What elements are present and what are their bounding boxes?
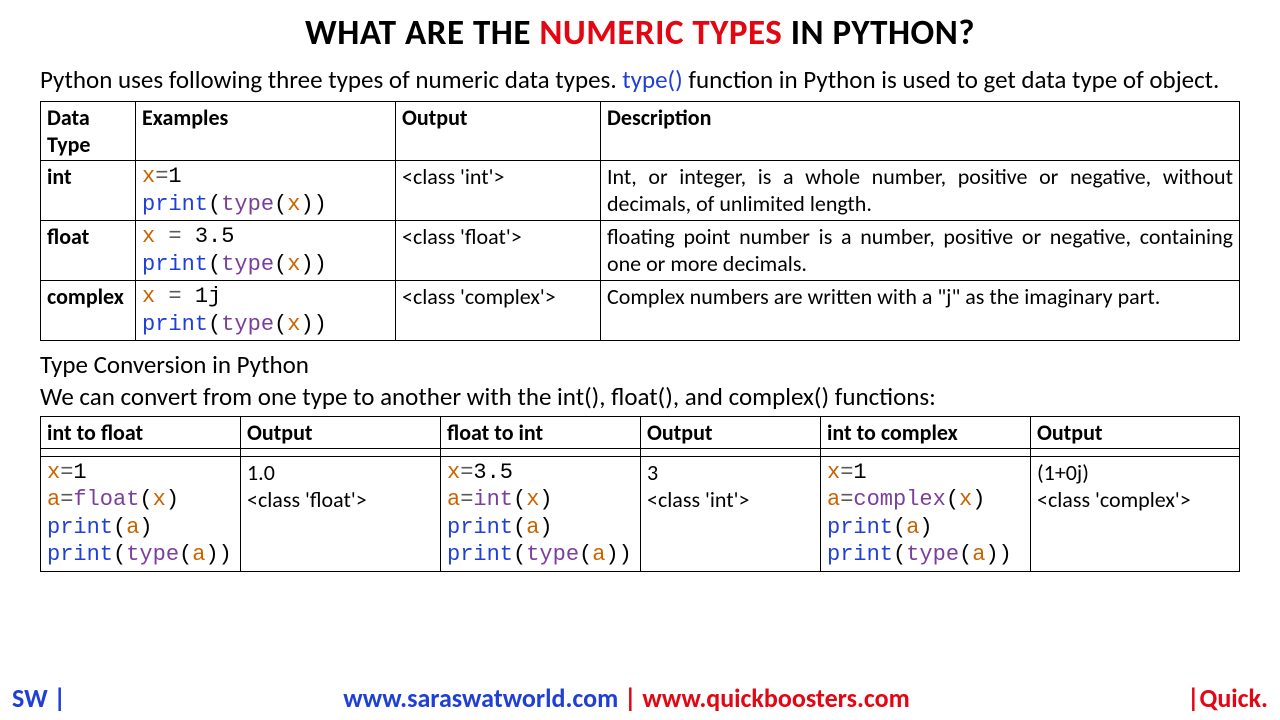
footer-url-1: www.saraswatworld.com: [343, 682, 618, 714]
cell-example: x = 3.5 print(type(x)): [136, 221, 396, 281]
th-output: Output: [641, 416, 821, 448]
type-conversion-table: int to float Output float to int Output …: [40, 416, 1240, 572]
cell-output: 3 <class 'int'>: [641, 456, 821, 571]
th-int-to-float: int to float: [41, 416, 241, 448]
type-fn-highlight: type(): [622, 64, 682, 95]
cell-output: 1.0 <class 'float'>: [241, 456, 441, 571]
th-description: Description: [601, 102, 1240, 161]
cell-code: x=3.5 a=int(x) print(a) print(type(a)): [441, 456, 641, 571]
section-text: We can convert from one type to another …: [40, 381, 1240, 412]
footer-left: SW |: [12, 682, 66, 714]
cell-type: float: [41, 221, 136, 281]
table-row: int x=1 print(type(x)) <class 'int'> Int…: [41, 161, 1240, 221]
cell-output: <class 'float'>: [396, 221, 601, 281]
footer-right: |Quick.: [1187, 682, 1268, 714]
th-float-to-int: float to int: [441, 416, 641, 448]
title-highlight: NUMERIC TYPES: [539, 12, 782, 54]
cell-description: Complex numbers are written with a "j" a…: [601, 281, 1240, 341]
section-heading: Type Conversion in Python: [40, 349, 1240, 380]
cell-output: <class 'complex'>: [396, 281, 601, 341]
cell-code: x=1 a=complex(x) print(a) print(type(a)): [821, 456, 1031, 571]
title-suffix: IN PYTHON?: [782, 12, 975, 54]
cell-description: floating point number is a number, posit…: [601, 221, 1240, 281]
footer-separator: |: [618, 682, 642, 714]
table-row: float x = 3.5 print(type(x)) <class 'flo…: [41, 221, 1240, 281]
intro-before: Python uses following three types of num…: [40, 64, 622, 95]
footer: SW | www.saraswatworld.com | www.quickbo…: [0, 682, 1280, 714]
cell-output: (1+0j) <class 'complex'>: [1031, 456, 1240, 571]
cell-description: Int, or integer, is a whole number, posi…: [601, 161, 1240, 221]
cell-type: complex: [41, 281, 136, 341]
cell-example: x = 1j print(type(x)): [136, 281, 396, 341]
numeric-types-table: Data Type Examples Output Description in…: [40, 101, 1240, 341]
th-examples: Examples: [136, 102, 396, 161]
intro-after: function in Python is used to get data t…: [683, 64, 1220, 95]
th-int-to-complex: int to complex: [821, 416, 1031, 448]
th-output: Output: [1031, 416, 1240, 448]
type-conversion-section: Type Conversion in Python We can convert…: [40, 349, 1240, 412]
cell-output: <class 'int'>: [396, 161, 601, 221]
cell-example: x=1 print(type(x)): [136, 161, 396, 221]
cell-type: int: [41, 161, 136, 221]
cell-code: x=1 a=float(x) print(a) print(type(a)): [41, 456, 241, 571]
th-data-type: Data Type: [41, 102, 136, 161]
table-row: x=1 a=float(x) print(a) print(type(a)) 1…: [41, 456, 1240, 571]
th-output: Output: [396, 102, 601, 161]
footer-center: www.saraswatworld.com | www.quickbooster…: [343, 682, 910, 714]
th-output: Output: [241, 416, 441, 448]
table-row: complex x = 1j print(type(x)) <class 'co…: [41, 281, 1240, 341]
intro-text: Python uses following three types of num…: [40, 64, 1240, 95]
footer-url-2: www.quickboosters.com: [642, 682, 909, 714]
page-title: WHAT ARE THE NUMERIC TYPES IN PYTHON?: [40, 12, 1240, 54]
title-prefix: WHAT ARE THE: [305, 12, 539, 54]
